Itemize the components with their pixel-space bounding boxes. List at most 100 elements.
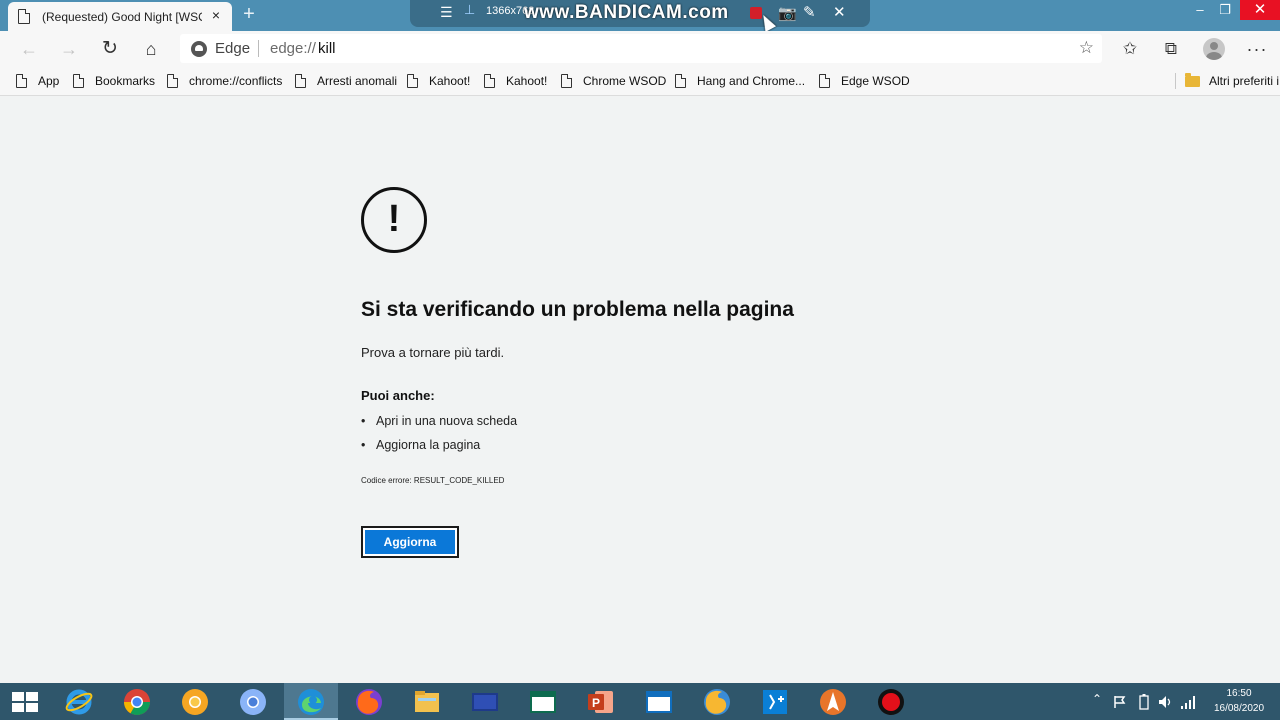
powerpoint-icon[interactable]: P [586,687,616,717]
chromium-icon[interactable] [238,687,268,717]
bookmark-item[interactable]: Edge WSOD [819,72,910,90]
windows-start-icon[interactable] [12,692,38,712]
url-host: kill [318,40,336,57]
page-icon [819,74,830,88]
bookmark-label: Chrome WSOD [583,74,667,88]
chrome-canary-icon[interactable] [180,687,210,717]
edge-icon [298,689,324,715]
bandicam-close-icon[interactable]: ✕ [833,3,846,21]
clock-time[interactable]: 16:50 [1210,688,1268,699]
folder-icon [1185,72,1200,87]
back-arrow-icon[interactable]: ← [17,37,41,61]
bookmark-label: Altri preferiti i [1209,74,1280,88]
page-icon [18,9,30,24]
signal-icon[interactable] [1180,694,1196,710]
address-bar[interactable]: Edge edge:// kill ☆ [180,34,1102,63]
page-icon [295,74,306,88]
bandicam-watermark: www.BANDICAM.com [524,2,729,23]
bookmarks-separator [1175,73,1176,89]
page-icon [167,74,178,88]
bookmark-item[interactable]: Bookmarks [73,72,155,90]
other-favorites-folder[interactable]: Altri preferiti i [1185,72,1279,90]
site-label: Edge [215,40,251,57]
options-list: Apri in una nuova scheda Aggiorna la pag… [361,413,517,461]
firefox-icon[interactable] [354,687,384,717]
page-icon [561,74,572,88]
bookmarks-bar: App Bookmarks chrome://conflicts Arresti… [0,66,1280,96]
warning-icon: ! [361,187,427,253]
navigation-bar: ← → ↻ ⌂ Edge edge:// kill ☆ ✩ ⧉ ··· [0,31,1280,66]
tray-chevron-icon[interactable]: ⌃ [1092,692,1102,706]
bookmark-item[interactable]: Chrome WSOD [561,72,666,90]
page-icon [484,74,495,88]
bandicam-menu-icon[interactable]: ☰ [440,4,453,21]
url-scheme: edge:// [270,40,316,57]
file-explorer-icon[interactable] [412,687,442,717]
firefox-nightly-icon[interactable] [702,687,732,717]
window-app-icon[interactable] [528,687,558,717]
bookmark-label: chrome://conflicts [189,74,283,88]
bookmark-item[interactable]: Kahoot! [484,72,547,90]
active-tab[interactable]: (Requested) Good Night [WSOD × [8,2,232,31]
minimize-button[interactable]: – [1187,0,1213,20]
taskbar: P ⌃ 16:50 16/08/2020 [0,683,1280,720]
title-bar: (Requested) Good Night [WSOD × + ☰ ⊥ 136… [0,0,1280,32]
bookmark-label: Arresti anomali [317,74,398,88]
favorites-icon[interactable]: ✩ [1118,37,1142,61]
bandicam-icon[interactable] [876,687,906,717]
orange-app-icon[interactable] [818,687,848,717]
bookmark-label: Kahoot! [429,74,471,88]
battery-icon[interactable] [1139,694,1149,710]
network-flag-icon[interactable] [1113,695,1127,709]
bookmark-label: Edge WSOD [841,74,910,88]
collections-icon[interactable]: ⧉ [1159,37,1183,61]
page-icon [675,74,686,88]
star-icon[interactable]: ☆ [1079,38,1094,58]
clock-date[interactable]: 16/08/2020 [1206,703,1272,714]
page-icon [73,74,84,88]
reload-button[interactable]: Aggiorna [361,526,459,558]
tab-title: (Requested) Good Night [WSOD [42,9,202,24]
list-item: Aggiorna la pagina [361,437,517,461]
error-subtitle: Prova a tornare più tardi. [361,345,505,360]
error-code: Codice errore: RESULT_CODE_KILLED [361,476,505,485]
display-app-icon[interactable] [470,687,500,717]
bandicam-camera-icon[interactable]: 📷 [778,4,797,22]
bookmark-item[interactable]: Kahoot! [407,72,470,90]
bandicam-toolbar: ☰ ⊥ 1366x768 www.BANDICAM.com 📷 ✎ ✕ [410,0,870,27]
page-icon [16,74,27,88]
bookmark-label: Kahoot! [506,74,548,88]
close-window-button[interactable]: ✕ [1240,0,1280,20]
maximize-button[interactable]: ❐ [1212,0,1238,20]
address-separator [258,40,259,57]
bookmark-label: Bookmarks [95,74,156,88]
options-heading: Puoi anche: [361,388,435,403]
bookmark-label: Hang and Chrome... [697,74,806,88]
bookmark-label: App [38,74,60,88]
tab-close-icon[interactable]: × [208,7,224,23]
profile-icon[interactable] [1203,38,1225,60]
bandicam-pin-icon[interactable]: ⊥ [464,2,475,18]
list-item: Apri in una nuova scheda [361,413,517,437]
internet-explorer-icon[interactable] [64,687,94,717]
clock-app-icon[interactable] [760,687,790,717]
bookmark-item[interactable]: Hang and Chrome... [675,72,805,90]
page-icon [407,74,418,88]
more-icon[interactable]: ··· [1245,37,1269,61]
window-app-2-icon[interactable] [644,687,674,717]
svg-text:P: P [592,696,600,710]
reload-icon[interactable]: ↻ [98,37,122,61]
bookmark-item[interactable]: Arresti anomali [295,72,397,90]
edge-icon [191,41,207,57]
page-title: Si sta verificando un problema nella pag… [361,298,794,321]
forward-arrow-icon[interactable]: → [57,37,81,61]
reload-button-label: Aggiorna [365,530,455,554]
bandicam-pen-icon[interactable]: ✎ [803,3,816,21]
volume-icon[interactable] [1157,694,1173,710]
home-icon[interactable]: ⌂ [139,37,163,61]
new-tab-button[interactable]: + [239,3,259,25]
edge-taskbar-button[interactable] [284,683,338,720]
bookmark-item[interactable]: App [16,72,59,90]
bookmark-item[interactable]: chrome://conflicts [167,72,282,90]
chrome-icon[interactable] [122,687,152,717]
